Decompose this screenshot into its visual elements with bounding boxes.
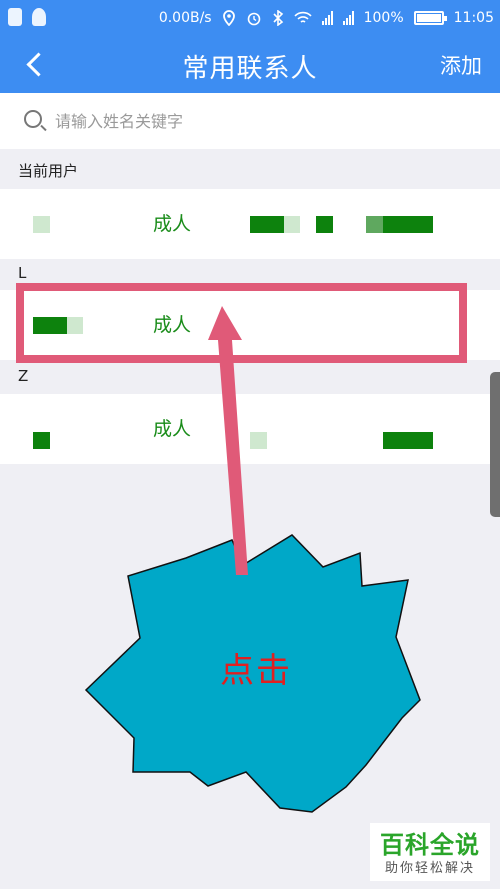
watermark-title: 百科全说 [380, 831, 480, 859]
watermark-subtitle: 助你轻松解决 [384, 861, 475, 876]
pointer-arrow [208, 306, 248, 575]
watermark-logo: 百科全说 助你轻松解决 [370, 823, 490, 881]
click-callout-text: 点击 [220, 651, 292, 691]
annotation-overlay [84, 306, 421, 813]
